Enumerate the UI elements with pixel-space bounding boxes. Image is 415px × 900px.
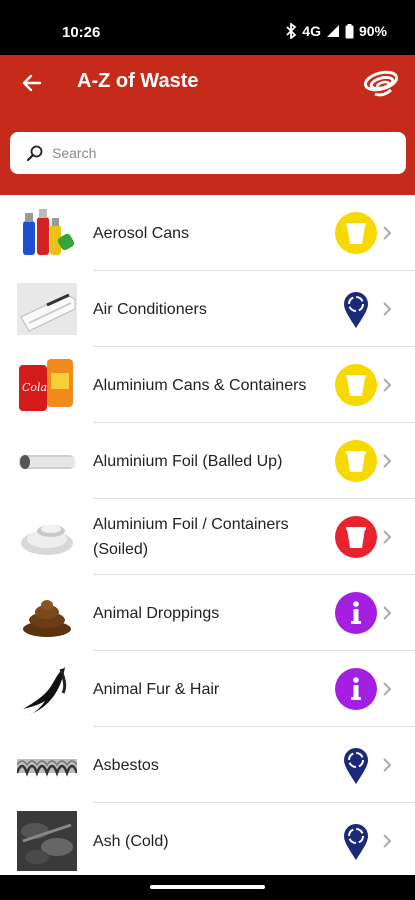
yellow-bin-icon (335, 364, 377, 406)
list-item[interactable]: Air Conditioners (0, 271, 415, 347)
list-item[interactable]: Asbestos (0, 727, 415, 803)
back-button[interactable] (18, 69, 46, 97)
list-item[interactable]: Aluminium Foil (Balled Up) (0, 423, 415, 499)
search-icon (26, 144, 44, 162)
svg-text:Cola: Cola (22, 381, 47, 394)
list-item-label: Aluminium Cans & Containers (93, 376, 307, 394)
chevron-right-icon (380, 449, 394, 473)
list-item[interactable]: Ash (Cold) (0, 803, 415, 875)
bluetooth-icon (285, 23, 297, 39)
home-gesture-handle[interactable] (150, 885, 265, 889)
list-item[interactable]: Aluminium Foil / Containers (Soiled) (0, 499, 415, 575)
page-title: A-Z of Waste (77, 70, 199, 92)
battery-level: 90% (358, 23, 387, 39)
aerosol-cans-image (17, 203, 77, 263)
search-input[interactable] (52, 145, 382, 161)
signal-icon (326, 24, 340, 38)
chevron-right-icon (380, 525, 394, 549)
swirl-logo-icon (361, 63, 401, 103)
list-item-label: Air Conditioners (93, 300, 207, 318)
chevron-right-icon (380, 373, 394, 397)
list-item-label: Animal Droppings (93, 604, 220, 622)
recycle-location-icon (335, 820, 377, 862)
asbestos-image (15, 735, 79, 795)
chevron-right-icon (380, 677, 394, 701)
list-item[interactable]: Cola Aluminium Cans & Containers (0, 347, 415, 423)
aluminium-foil-image (17, 431, 77, 491)
chevron-right-icon (380, 829, 394, 853)
list-item-label: Aerosol Cans (93, 224, 190, 242)
chevron-right-icon (380, 297, 394, 321)
recycle-location-icon (335, 744, 377, 786)
system-nav-bar (0, 875, 415, 900)
foil-containers-image (17, 507, 77, 567)
search-box[interactable] (10, 132, 406, 174)
chevron-right-icon (380, 221, 394, 245)
list-item[interactable]: Animal Fur & Hair (0, 651, 415, 727)
waste-list: Aerosol Cans Air Conditioners Cola Alumi… (0, 195, 415, 875)
chevron-right-icon (380, 601, 394, 625)
arrow-left-icon (22, 74, 42, 92)
info-icon (335, 668, 377, 710)
network-label: 4G (302, 23, 321, 39)
chevron-right-icon (380, 753, 394, 777)
air-conditioner-image (17, 279, 77, 339)
list-item-label: Animal Fur & Hair (93, 680, 220, 698)
app-bar: A-Z of Waste (0, 55, 415, 111)
list-item[interactable]: Aerosol Cans (0, 195, 415, 271)
aluminium-cans-image: Cola (17, 355, 77, 415)
animal-fur-image (17, 659, 77, 719)
status-time: 10:26 (62, 24, 101, 41)
red-bin-icon (335, 516, 377, 558)
yellow-bin-icon (335, 440, 377, 482)
status-bar: 10:26 4G 90% (0, 0, 415, 55)
status-icons: 4G 90% (285, 23, 387, 39)
battery-icon (345, 23, 354, 39)
list-item[interactable]: Animal Droppings (0, 575, 415, 651)
yellow-bin-icon (335, 212, 377, 254)
animal-droppings-image (17, 583, 77, 643)
list-item-label: Aluminium Foil (Balled Up) (93, 452, 283, 470)
list-item-label: Aluminium Foil / Containers (Soiled) (93, 516, 289, 558)
search-area (0, 111, 415, 195)
list-item-label: Ash (Cold) (93, 832, 169, 850)
info-icon (335, 592, 377, 634)
list-item-label: Asbestos (93, 756, 159, 774)
recycle-location-icon (335, 288, 377, 330)
ash-image (17, 811, 77, 871)
